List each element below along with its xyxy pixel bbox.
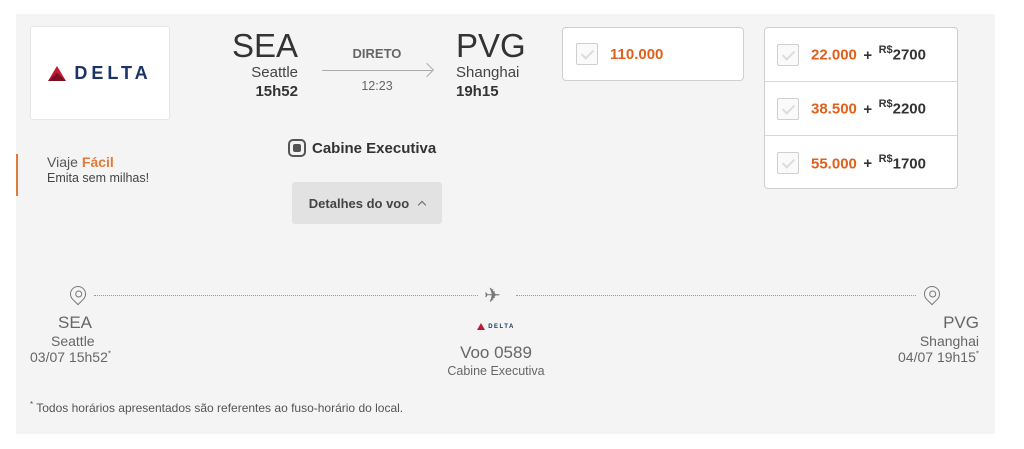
cabin-class: Cabine Executiva <box>288 139 436 157</box>
fare-cash: 1700 <box>892 155 926 173</box>
route-destination-city: Shanghai <box>919 333 979 349</box>
fare-miles: 38.500 <box>811 100 857 118</box>
flight-duration: DIRETO 12:23 <box>322 46 435 93</box>
fare-plus: + <box>863 155 873 173</box>
flight-details-button[interactable]: Detalhes do voo <box>292 182 442 224</box>
airline-name: DELTA <box>74 62 152 83</box>
duration-value: 12:23 <box>361 79 393 93</box>
origin-summary: SEA Seattle 15h52 <box>228 28 298 102</box>
fare-miles: 55.000 <box>811 155 857 173</box>
route-destination: PVG Shanghai 04/07 19h15* <box>898 313 979 365</box>
promo-banner: Viaje Fácil Emita sem milhas! <box>16 154 149 196</box>
route-destination-datetime: 04/07 19h15 <box>898 349 976 365</box>
fare-option-miles-only[interactable]: 110.000 <box>562 27 744 81</box>
fare-currency: R$ <box>878 44 893 57</box>
flight-details-label: Detalhes do voo <box>308 195 410 211</box>
fare-options-miles-cash: 22.000 + R$2700 38.500 + R$2200 55.000 +… <box>764 27 958 189</box>
footnote-mark: * <box>107 349 111 359</box>
fare-cash: 2200 <box>892 100 926 118</box>
fare-option-row[interactable]: 22.000 + R$2700 <box>765 28 957 82</box>
route-origin-city: Seattle <box>51 333 95 349</box>
fare-miles: 110.000 <box>610 45 664 63</box>
location-pin-icon <box>66 282 90 306</box>
chevron-up-icon <box>417 200 427 210</box>
fare-option-row[interactable]: 55.000 + R$1700 <box>765 136 957 190</box>
fare-currency: R$ <box>878 152 893 165</box>
route-line <box>94 295 478 296</box>
fare-miles: 22.000 <box>811 46 857 64</box>
fare-currency: R$ <box>878 98 893 111</box>
fare-plus: + <box>863 100 873 118</box>
promo-subtitle: Emita sem milhas! <box>47 171 150 185</box>
seat-icon <box>288 139 306 157</box>
origin-time: 15h52 <box>255 83 298 100</box>
delta-widget-icon <box>48 65 67 81</box>
route-line <box>516 295 916 296</box>
promo-accent: Fácil <box>81 154 114 170</box>
footnote-mark: * <box>975 349 979 359</box>
route-timeline: ✈ SEA Seattle 03/07 15h52* DELTA Voo 058… <box>16 282 995 383</box>
footnote-text: Todos horários apresentados são referent… <box>36 401 404 415</box>
route-destination-code: PVG <box>943 313 979 332</box>
airplane-icon: ✈ <box>484 285 501 307</box>
origin-city: Seattle <box>251 64 298 81</box>
timezone-footnote: * Todos horários apresentados são refere… <box>30 400 403 415</box>
airline-mini-logo: DELTA <box>477 323 515 330</box>
flight-type: DIRETO <box>352 46 402 61</box>
route-origin-code: SEA <box>58 313 93 332</box>
fare-checkbox[interactable] <box>777 97 799 120</box>
cabin-label: Cabine Executiva <box>312 139 437 157</box>
delta-widget-icon <box>477 323 486 330</box>
arrow-right-icon <box>322 62 435 78</box>
route-origin: SEA Seattle 03/07 15h52* <box>30 313 111 365</box>
route-origin-datetime: 03/07 15h52 <box>30 349 108 365</box>
route-cabin: Cabine Executiva <box>447 364 545 378</box>
airline-logo: DELTA <box>30 26 170 120</box>
flight-number: Voo 0589 <box>460 343 532 362</box>
destination-code: PVG <box>456 27 526 64</box>
origin-code: SEA <box>231 27 298 64</box>
destination-time: 19h15 <box>456 83 499 100</box>
fare-checkbox[interactable] <box>576 43 598 65</box>
airline-mini-name: DELTA <box>488 323 515 330</box>
destination-summary: PVG Shanghai 19h15 <box>456 28 526 102</box>
fare-option-row[interactable]: 38.500 + R$2200 <box>765 82 957 136</box>
fare-checkbox[interactable] <box>777 152 799 174</box>
fare-checkbox[interactable] <box>777 43 799 66</box>
fare-cash: 2700 <box>892 46 926 64</box>
promo-title: Viaje <box>47 154 78 170</box>
fare-plus: + <box>863 46 873 64</box>
location-pin-icon <box>920 282 944 306</box>
footnote-mark: * <box>30 400 34 409</box>
destination-city: Shanghai <box>456 64 520 81</box>
route-flight-info: DELTA Voo 0589 Cabine Executiva <box>436 317 556 378</box>
